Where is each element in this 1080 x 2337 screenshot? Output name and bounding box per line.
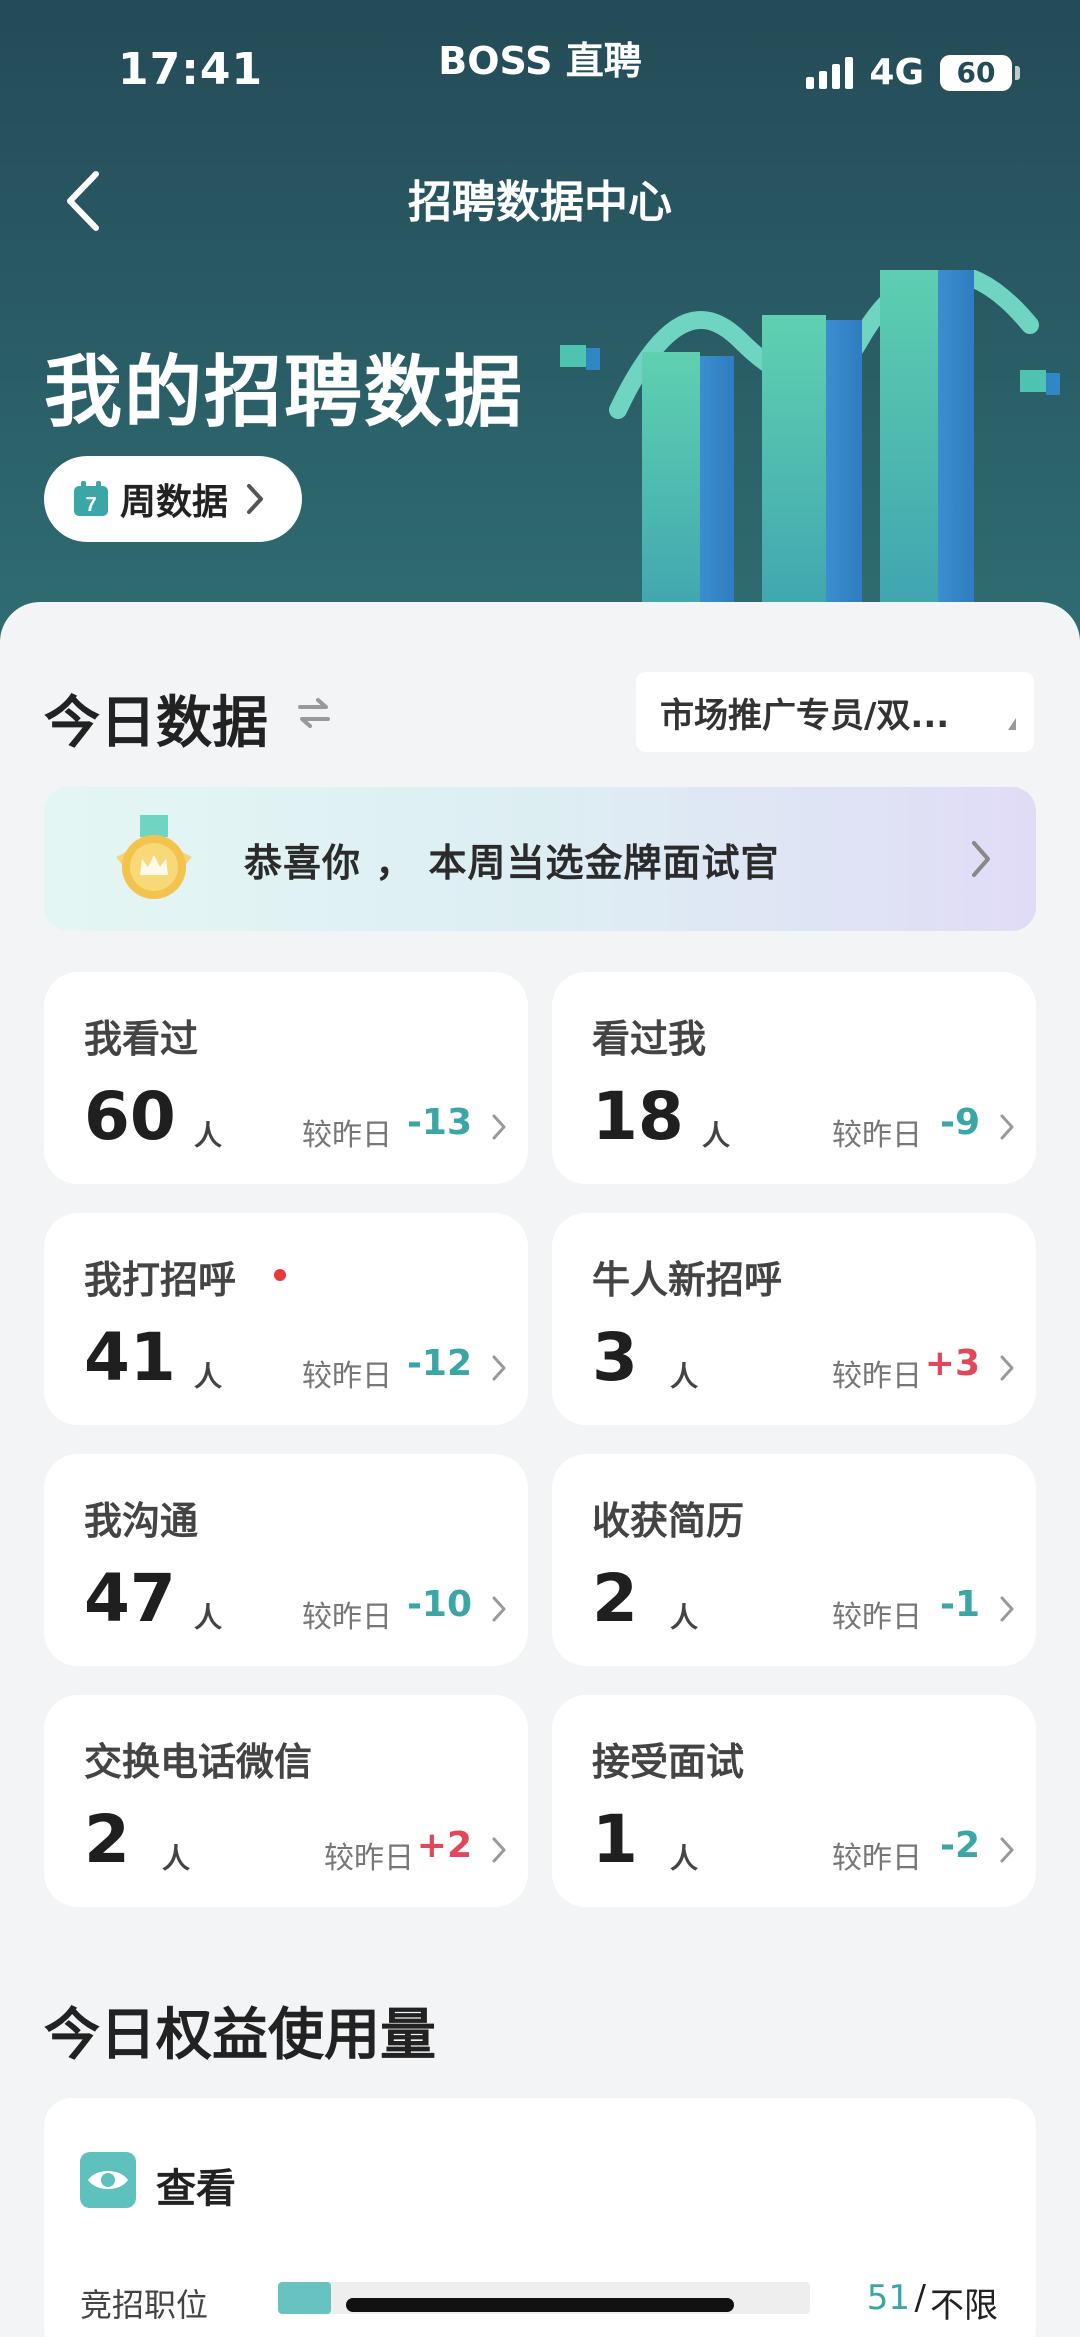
benefit-title: 查看: [156, 2166, 236, 2212]
calendar-icon: 7: [74, 481, 108, 516]
stat-value: 41: [84, 1319, 176, 1396]
stat-label: 我看过: [84, 1017, 199, 1061]
status-bar: 17:41 BOSS 直聘 4G 60: [0, 0, 1080, 130]
stat-label: 我沟通: [84, 1499, 199, 1543]
stat-value: 3: [592, 1319, 638, 1396]
quota-used: 51: [866, 2278, 910, 2318]
page-title: 招聘数据中心: [408, 177, 672, 228]
stat-compare-label: 较昨日: [302, 1600, 392, 1635]
stat-value: 2: [592, 1560, 638, 1637]
stat-delta: -1: [940, 1584, 980, 1625]
stat-value: 1: [592, 1801, 638, 1878]
battery-icon: 60: [940, 54, 1020, 91]
today-data-title: 今日数据: [44, 691, 268, 756]
stat-delta: -2: [940, 1825, 980, 1866]
stat-compare-label: 较昨日: [832, 1841, 922, 1876]
stat-compare-label: 较昨日: [832, 1118, 922, 1153]
calendar-day: 7: [85, 494, 96, 516]
chart-illustration: [560, 270, 1060, 640]
stat-delta: +3: [924, 1343, 980, 1384]
stat-unit: 人: [162, 1842, 191, 1875]
chevron-right-icon: [972, 841, 990, 877]
stat-unit: 人: [670, 1842, 699, 1875]
eye-icon: [80, 2152, 136, 2208]
header-hero: 17:41 BOSS 直聘 4G 60 招聘数据中心 我的招聘数据 7 周数据: [0, 0, 1080, 640]
network-label: 4G: [869, 52, 924, 93]
gold-interviewer-banner[interactable]: 恭喜你 ， 本周当选金牌面试官: [44, 787, 1036, 931]
stat-value: 2: [84, 1801, 130, 1878]
stat-unit: 人: [670, 1360, 699, 1393]
period-label: 周数据: [120, 482, 229, 523]
stat-label: 我打招呼: [84, 1258, 237, 1302]
stat-value: 47: [84, 1560, 176, 1637]
stat-unit: 人: [194, 1119, 223, 1152]
chevron-right-icon: [1000, 1355, 1014, 1381]
stat-delta: -9: [940, 1102, 980, 1143]
stat-card[interactable]: 接受面试 1 人 -2 较昨日: [552, 1695, 1036, 1907]
stat-card[interactable]: 牛人新招呼 3 人 +3 较昨日: [552, 1213, 1036, 1425]
quota-limit: 不限: [930, 2286, 998, 2326]
chevron-right-icon: [492, 1355, 506, 1381]
stat-delta: -12: [406, 1343, 472, 1384]
job-select-label: 市场推广专员/双...: [660, 695, 950, 736]
chevron-right-icon: [1000, 1837, 1014, 1863]
stat-card[interactable]: 我沟通 47 人 -10 较昨日: [44, 1454, 528, 1666]
stat-label: 接受面试: [592, 1740, 745, 1784]
stat-delta: -13: [406, 1102, 472, 1143]
period-selector-button[interactable]: 7 周数据: [44, 456, 302, 542]
job-position-select[interactable]: 市场推广专员/双...: [636, 672, 1034, 752]
chevron-right-icon: [492, 1837, 506, 1863]
stat-compare-label: 较昨日: [302, 1359, 392, 1394]
stat-compare-label: 较昨日: [832, 1600, 922, 1635]
stat-label: 收获简历: [592, 1499, 745, 1543]
dropdown-caret-icon: [1008, 718, 1016, 730]
stat-card[interactable]: 收获简历 2 人 -1 较昨日: [552, 1454, 1036, 1666]
stat-value: 18: [592, 1078, 684, 1155]
stat-label: 牛人新招呼: [592, 1258, 783, 1302]
chevron-right-icon: [492, 1114, 506, 1140]
stat-unit: 人: [194, 1360, 223, 1393]
stat-card[interactable]: 交换电话微信 2 人 +2 较昨日: [44, 1695, 528, 1907]
medal-icon: [116, 815, 192, 899]
stat-delta: +2: [416, 1825, 472, 1866]
stat-compare-label: 较昨日: [302, 1118, 392, 1153]
quota-separator: /: [914, 2278, 926, 2318]
stat-card[interactable]: 我看过 60 人 -13 较昨日: [44, 972, 528, 1184]
stat-card[interactable]: 我打招呼 41 人 -12 较昨日: [44, 1213, 528, 1425]
stat-compare-label: 较昨日: [324, 1841, 414, 1876]
chevron-right-icon: [1000, 1596, 1014, 1622]
stat-unit: 人: [670, 1601, 699, 1634]
stat-delta: -10: [406, 1584, 472, 1625]
notification-dot: [274, 1269, 286, 1281]
home-indicator: [346, 2298, 734, 2312]
quota-label: 竞招职位: [80, 2286, 209, 2324]
stat-compare-label: 较昨日: [832, 1359, 922, 1394]
stat-unit: 人: [194, 1601, 223, 1634]
chevron-right-icon: [492, 1596, 506, 1622]
status-indicators: 4G 60: [806, 52, 1020, 93]
stat-card[interactable]: 看过我 18 人 -9 较昨日: [552, 972, 1036, 1184]
stat-unit: 人: [702, 1119, 731, 1152]
stat-label: 看过我: [592, 1017, 707, 1061]
chevron-right-icon: [1000, 1114, 1014, 1140]
stat-value: 60: [84, 1078, 176, 1155]
chevron-right-icon: [247, 484, 264, 514]
benefits-title: 今日权益使用量: [44, 2003, 436, 2068]
battery-level: 60: [956, 56, 996, 89]
quota-progress-fill: [278, 2282, 332, 2314]
signal-icon: [806, 56, 854, 89]
stat-label: 交换电话微信: [84, 1740, 313, 1784]
hero-title: 我的招聘数据: [44, 348, 525, 438]
banner-text: 恭喜你 ， 本周当选金牌面试官: [244, 840, 780, 885]
swap-icon[interactable]: [296, 695, 332, 731]
